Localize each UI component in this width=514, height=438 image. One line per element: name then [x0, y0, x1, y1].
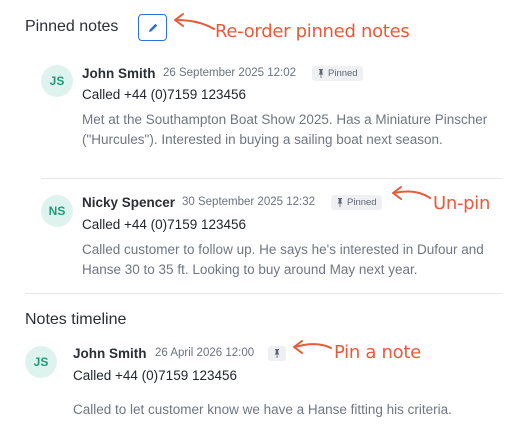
annotation-unpin: Un-pin [433, 193, 491, 214]
note-subject: Called +44 (0)7159 123456 [82, 217, 247, 232]
pinned-badge-label: Pinned [347, 197, 377, 208]
pinned-badge[interactable]: Pinned [331, 195, 382, 210]
note-divider [41, 178, 502, 179]
note-date: 26 September 2025 12:02 [163, 67, 296, 79]
annotation-reorder: Re-order pinned notes [215, 21, 410, 42]
note-subject: Called +44 (0)7159 123456 [73, 368, 238, 383]
note-body: Called customer to follow up. He says he… [82, 242, 484, 277]
note-author: John Smith [82, 66, 156, 81]
reorder-pinned-button[interactable] [138, 14, 167, 41]
note-author: John Smith [73, 346, 147, 361]
note-author: Nicky Spencer [82, 195, 176, 210]
section-divider [25, 293, 502, 294]
note-date: 30 September 2025 12:32 [182, 196, 315, 208]
note-date: 26 April 2026 12:00 [155, 347, 255, 359]
pinned-notes-title: Pinned notes [25, 18, 119, 35]
pin-icon [337, 198, 343, 207]
note-body: Met at the Southampton Boat Show 2025. H… [82, 112, 488, 147]
annotation-pin: Pin a note [334, 342, 421, 363]
annotation-arrow-pin [293, 340, 332, 354]
note-subject: Called +44 (0)7159 123456 [82, 87, 247, 102]
pinned-badge[interactable]: Pinned [312, 66, 363, 81]
pin-icon [274, 349, 280, 358]
annotation-arrow-reorder [174, 13, 215, 30]
pin-icon [318, 69, 324, 78]
pinned-badge-label: Pinned [328, 68, 358, 79]
pin-note-button[interactable] [268, 346, 286, 361]
avatar: JS [41, 65, 73, 97]
avatar: JS [25, 346, 57, 378]
notes-timeline-title: Notes timeline [25, 311, 127, 328]
note-body: Called to let customer know we have a Ha… [73, 402, 452, 417]
pencil-icon [148, 23, 157, 32]
annotation-arrow-unpin [392, 186, 431, 200]
avatar: NS [41, 195, 73, 227]
